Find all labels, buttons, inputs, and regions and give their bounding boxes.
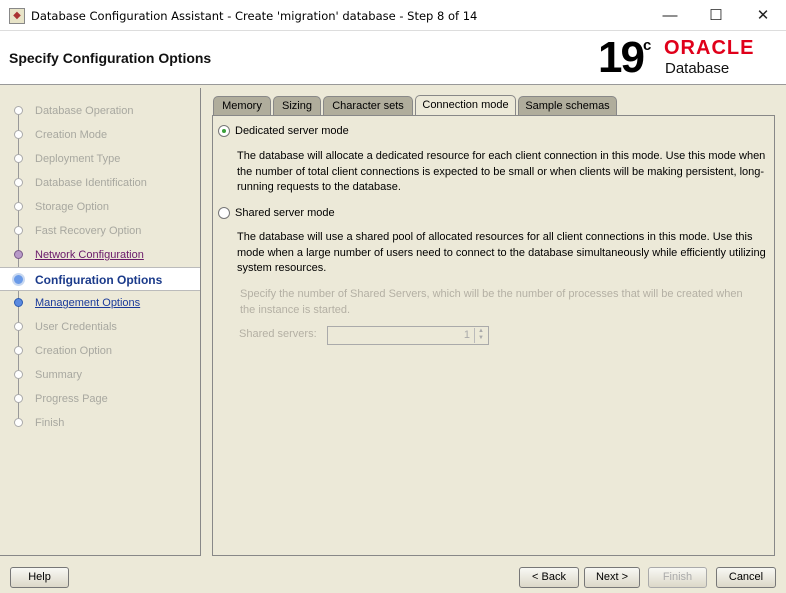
shared-servers-value: 1 [463, 329, 470, 341]
shared-servers-label: Shared servers: [239, 328, 317, 340]
step-creation-option: Creation Option [0, 339, 200, 363]
step-summary: Summary [0, 363, 200, 387]
next-button[interactable]: Next > [584, 567, 640, 588]
logo-version: 19 [598, 33, 645, 82]
spinner-arrows-icon[interactable]: ▲ ▼ [474, 328, 487, 343]
step-dot-icon [14, 370, 23, 379]
step-label: Database Identification [35, 177, 147, 189]
step-label: Management Options [35, 297, 141, 309]
close-button[interactable]: ✕ [740, 0, 786, 31]
radio-unselected-icon [218, 207, 230, 219]
page-title: Specify Configuration Options [9, 50, 212, 66]
step-user-credentials: User Credentials [0, 315, 200, 339]
step-management-options[interactable]: Management Options [0, 291, 200, 315]
finish-button[interactable]: Finish [648, 567, 707, 588]
step-storage-option: Storage Option [0, 195, 200, 219]
header: Specify Configuration Options 19 c ORACL… [0, 31, 786, 85]
step-label: Creation Option [35, 345, 113, 357]
window-title: Database Configuration Assistant - Creat… [31, 9, 478, 23]
step-dot-icon [14, 154, 23, 163]
step-dot-icon [14, 346, 23, 355]
tab-character-sets[interactable]: Character sets [323, 96, 413, 116]
step-database-identification: Database Identification [0, 171, 200, 195]
step-progress-page: Progress Page [0, 387, 200, 411]
step-database-operation: Database Operation [0, 99, 200, 123]
title-bar: ◆ Database Configuration Assistant - Cre… [0, 0, 786, 31]
step-label: Deployment Type [35, 153, 121, 165]
oracle-logo: ORACLE [664, 37, 755, 59]
step-label: Summary [35, 369, 83, 381]
step-label: Progress Page [35, 393, 108, 405]
step-configuration-options[interactable]: Configuration Options [0, 267, 200, 291]
step-dot-icon [14, 130, 23, 139]
shared-hint: Specify the number of Shared Servers, wh… [240, 288, 743, 316]
help-button[interactable]: Help [10, 567, 69, 588]
step-label: Storage Option [35, 201, 109, 213]
minimize-button[interactable]: — [647, 0, 693, 31]
step-dot-icon [14, 178, 23, 187]
step-deployment-type: Deployment Type [0, 147, 200, 171]
back-button[interactable]: < Back [519, 567, 579, 588]
dedicated-description: The database will allocate a dedicated r… [237, 150, 766, 193]
dedicated-label: Dedicated server mode [235, 125, 349, 137]
step-label: Fast Recovery Option [35, 225, 142, 237]
shared-label: Shared server mode [235, 207, 335, 219]
step-finish: Finish [0, 411, 200, 435]
step-dot-icon [14, 394, 23, 403]
shared-server-radio[interactable]: Shared server mode [218, 207, 335, 219]
step-label: Creation Mode [35, 129, 108, 141]
step-label: User Credentials [35, 321, 117, 333]
step-creation-mode: Creation Mode [0, 123, 200, 147]
step-dot-icon [14, 322, 23, 331]
maximize-button[interactable]: ☐ [693, 0, 739, 31]
dedicated-server-radio[interactable]: Dedicated server mode [218, 125, 349, 137]
step-fast-recovery-option: Fast Recovery Option [0, 219, 200, 243]
step-dot-icon [14, 106, 23, 115]
step-dot-icon [14, 418, 23, 427]
shared-servers-spinner[interactable]: 1 ▲ ▼ [327, 326, 489, 345]
tab-memory[interactable]: Memory [213, 96, 271, 116]
step-label: Finish [35, 417, 65, 429]
tab-connection-mode[interactable]: Connection mode [415, 95, 516, 116]
logo-product: Database [665, 60, 730, 77]
app-icon: ◆ [9, 8, 25, 24]
step-dot-icon [14, 298, 23, 307]
step-dot-icon [14, 226, 23, 235]
radio-selected-icon [218, 125, 230, 137]
step-network-configuration[interactable]: Network Configuration [0, 243, 200, 267]
shared-description: The database will use a shared pool of a… [237, 231, 766, 274]
steps-panel: Database Operation Creation Mode Deploymen… [0, 88, 201, 556]
cancel-button[interactable]: Cancel [716, 567, 776, 588]
step-label: Configuration Options [35, 273, 163, 287]
tab-sizing[interactable]: Sizing [273, 96, 321, 116]
tab-sample-schemas[interactable]: Sample schemas [518, 96, 617, 116]
step-label: Network Configuration [35, 249, 144, 261]
step-label: Database Operation [35, 105, 134, 117]
step-dot-icon [14, 202, 23, 211]
logo-c: c [643, 37, 652, 54]
step-dot-icon [14, 250, 23, 259]
step-dot-icon [12, 273, 25, 286]
